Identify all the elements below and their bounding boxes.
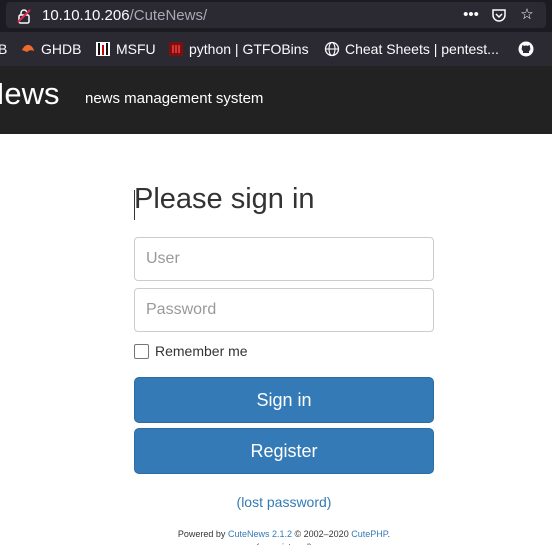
footer: Powered by CuteNews 2.1.2 © 2002–2020 Cu… bbox=[0, 529, 552, 539]
footer-vendor-link[interactable]: CutePHP bbox=[351, 529, 387, 539]
insecure-lock-icon[interactable] bbox=[16, 8, 32, 24]
site-header: News news management system bbox=[0, 66, 552, 134]
lost-password-link[interactable]: (lost password) bbox=[0, 494, 552, 510]
url-field[interactable]: 10.10.10.206/CuteNews/ ••• ☆ bbox=[6, 2, 546, 28]
page-title: Please sign in bbox=[134, 183, 315, 215]
github-icon bbox=[518, 41, 534, 57]
sign-in-button[interactable]: Sign in bbox=[134, 377, 434, 423]
bookmark-label: B bbox=[0, 41, 8, 57]
bookmark-github[interactable] bbox=[518, 41, 539, 57]
footer-product-link[interactable]: CuteNews 2.1.2 bbox=[228, 529, 292, 539]
bookmark-gtfobins[interactable]: python | GTFOBins bbox=[168, 41, 309, 57]
bookmark-label: python | GTFOBins bbox=[189, 41, 309, 57]
bookmark-ghdb[interactable]: GHDB bbox=[20, 41, 81, 57]
footer-powered-by: Powered by bbox=[177, 529, 226, 539]
browser-toolbar: 10.10.10.206/CuteNews/ ••• ☆ bbox=[0, 0, 552, 32]
remember-me-checkbox[interactable] bbox=[134, 343, 149, 359]
pocket-icon[interactable] bbox=[490, 6, 508, 24]
remember-me-label: Remember me bbox=[155, 343, 248, 359]
remember-me[interactable]: Remember me bbox=[134, 343, 248, 359]
footer-period: . bbox=[387, 529, 391, 539]
bookmarks-bar: B GHDB MSFU python | GTFOBins Cheat Shee… bbox=[0, 32, 552, 66]
ghdb-icon bbox=[20, 41, 36, 57]
bookmark-label: MSFU bbox=[116, 41, 156, 57]
username-input[interactable] bbox=[134, 237, 434, 281]
msfu-icon bbox=[95, 41, 111, 57]
url-actions: ••• ☆ bbox=[462, 6, 536, 24]
footer-copyright: © 2002–2020 bbox=[294, 529, 349, 539]
url-host: 10.10.10.206 bbox=[42, 7, 130, 24]
bookmark-label: GHDB bbox=[41, 41, 82, 57]
url-text[interactable]: 10.10.10.206/CuteNews/ bbox=[42, 7, 207, 24]
bookmark-item[interactable]: B bbox=[0, 41, 7, 57]
url-path: /CuteNews/ bbox=[129, 7, 208, 24]
bookmark-star-icon[interactable]: ☆ bbox=[518, 6, 536, 24]
page-actions-more-icon[interactable]: ••• bbox=[462, 6, 480, 24]
site-brand[interactable]: News bbox=[0, 76, 60, 112]
gtfobins-icon bbox=[168, 41, 184, 57]
globe-icon bbox=[324, 41, 340, 57]
password-input[interactable] bbox=[134, 288, 434, 332]
site-tagline: news management system bbox=[85, 90, 264, 107]
bookmark-label: Cheat Sheets | pentest... bbox=[345, 41, 499, 57]
bookmark-msfu[interactable]: MSFU bbox=[95, 41, 156, 57]
bookmark-cheat-sheets[interactable]: Cheat Sheets | pentest... bbox=[324, 41, 499, 57]
register-button[interactable]: Register bbox=[134, 428, 434, 474]
